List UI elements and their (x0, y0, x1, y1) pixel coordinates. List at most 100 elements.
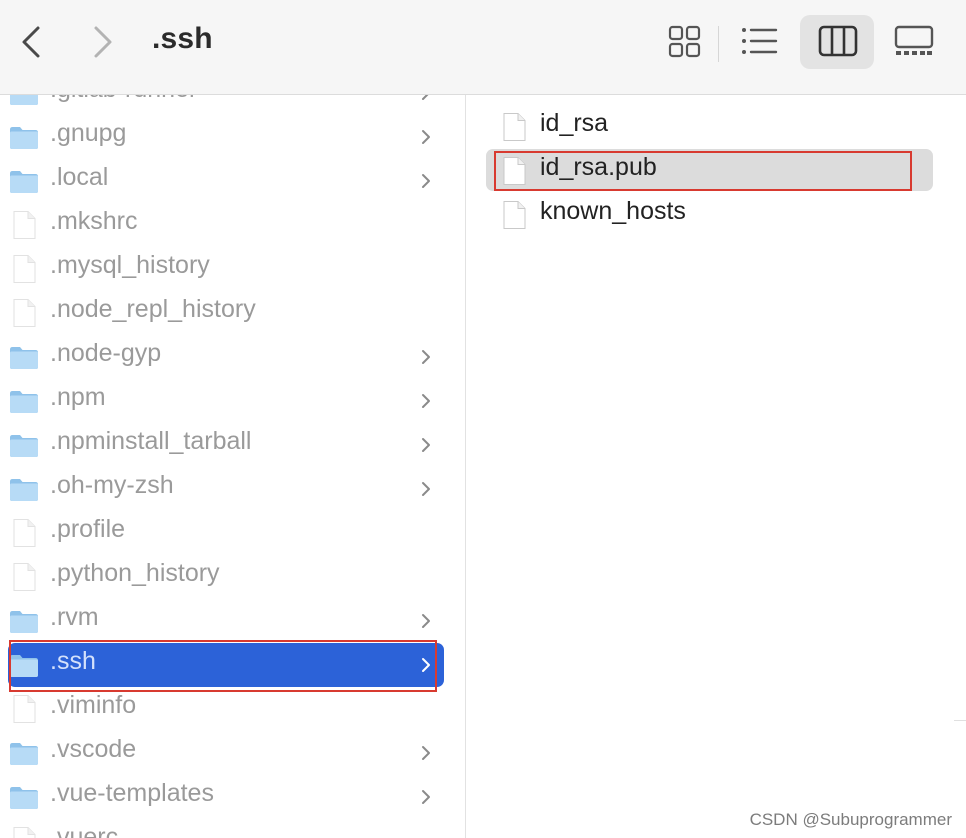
icon-view-icon (668, 25, 701, 58)
document-icon (13, 827, 36, 838)
folder-row-npm[interactable]: .npm (0, 379, 465, 423)
chevron-right-icon (418, 345, 434, 369)
file-row-id-rsa[interactable]: id_rsa (466, 105, 966, 149)
chevron-right-icon (418, 169, 434, 193)
list-view-button[interactable] (722, 15, 796, 69)
folder-row-gnupg[interactable]: .gnupg (0, 115, 465, 159)
chevron-right-icon (418, 609, 434, 633)
chevron-right-icon (94, 26, 112, 58)
back-button[interactable] (12, 20, 52, 64)
icon-view-button[interactable] (648, 15, 722, 69)
folder-row-node-repl-history[interactable]: .node_repl_history (0, 291, 465, 335)
file-row-known-hosts[interactable]: known_hosts (466, 193, 966, 237)
document-icon (503, 113, 526, 141)
document-icon (503, 201, 526, 229)
item-label: .rvm (50, 603, 99, 631)
item-label: .vue-templates (50, 779, 214, 807)
folder-row-vue-templates[interactable]: .vue-templates (0, 775, 465, 819)
document-icon (8, 517, 40, 549)
gallery-view-icon (894, 25, 934, 55)
folder-row-local[interactable]: .local (0, 159, 465, 203)
document-icon (498, 111, 530, 143)
chevron-right-icon (418, 389, 434, 413)
folder-icon (8, 781, 40, 813)
column-view-button[interactable] (800, 15, 874, 69)
folder-row-profile[interactable]: .profile (0, 511, 465, 555)
folder-icon (8, 341, 40, 373)
folder-row-mkshrc[interactable]: .mkshrc (0, 203, 465, 247)
chevron-right-icon (418, 477, 434, 501)
folder-icon (8, 95, 40, 109)
chevron-right-icon (422, 790, 430, 804)
folder-icon (10, 95, 38, 105)
document-icon (8, 693, 40, 725)
forward-button[interactable] (82, 20, 122, 64)
item-label: id_rsa (540, 109, 609, 137)
folder-icon (8, 429, 40, 461)
document-icon (13, 695, 36, 723)
item-label: .npminstall_tarball (50, 427, 252, 455)
folder-row-node-gyp[interactable]: .node-gyp (0, 335, 465, 379)
folder-row-gitlab-runner[interactable]: .gitlab-runner (0, 95, 465, 115)
chevron-right-icon (422, 438, 430, 452)
chevron-right-icon (422, 394, 430, 408)
folder-row-python-history[interactable]: .python_history (0, 555, 465, 599)
list-view-icon (742, 28, 778, 54)
folder-icon (10, 347, 38, 369)
item-label: .mysql_history (50, 251, 210, 279)
item-label: .mkshrc (50, 207, 138, 235)
folder-icon (8, 385, 40, 417)
chevron-right-icon (422, 95, 429, 100)
toolbar: .ssh (0, 0, 966, 95)
item-label: .npm (50, 383, 106, 411)
folder-row-oh-my-zsh[interactable]: .oh-my-zsh (0, 467, 465, 511)
item-label: known_hosts (540, 197, 686, 225)
folder-icon (8, 473, 40, 505)
item-label: .local (50, 163, 109, 191)
document-icon (8, 561, 40, 593)
folder-row-vuerc[interactable]: .vuerc (0, 819, 465, 838)
folder-icon (10, 787, 38, 809)
chevron-right-icon (422, 482, 430, 496)
document-icon (13, 255, 36, 283)
item-label: .vscode (50, 735, 137, 763)
folder-icon (8, 165, 40, 197)
folder-icon (10, 127, 38, 149)
annotation-box-id-rsa-pub (494, 151, 912, 191)
folder-icon (10, 479, 38, 501)
document-icon (8, 297, 40, 329)
folder-row-mysql-history[interactable]: .mysql_history (0, 247, 465, 291)
ssh-folder-column: id_rsa id_rsa.pub known_hosts (466, 95, 966, 838)
document-icon (8, 825, 40, 838)
parent-folder-column: .gitlab-runner .gnupg .local .mkshrc .mysql_… (0, 95, 466, 838)
document-icon (13, 563, 36, 591)
folder-row-npminstall-tarball[interactable]: .npminstall_tarball (0, 423, 465, 467)
document-icon (8, 209, 40, 241)
chevron-right-icon (422, 614, 430, 628)
folder-row-viminfo[interactable]: .viminfo (0, 687, 465, 731)
chevron-right-icon (422, 130, 430, 144)
toolbar-divider (718, 26, 719, 62)
window-title: .ssh (152, 22, 213, 55)
chevron-right-icon (422, 746, 430, 760)
column-view-icon (818, 25, 858, 57)
item-label: .profile (50, 515, 126, 543)
folder-icon (10, 171, 38, 193)
gallery-view-button[interactable] (876, 15, 950, 69)
folder-icon (8, 121, 40, 153)
document-icon (13, 519, 36, 547)
chevron-right-icon (422, 174, 430, 188)
folder-icon (10, 391, 38, 413)
document-icon (498, 199, 530, 231)
document-icon (8, 253, 40, 285)
folder-row-rvm[interactable]: .rvm (0, 599, 465, 643)
item-label: .vuerc (50, 823, 119, 838)
chevron-right-icon (418, 125, 434, 149)
watermark: CSDN @Subuprogrammer (749, 810, 952, 829)
document-icon (13, 211, 36, 239)
item-label: .viminfo (50, 691, 137, 719)
chevron-right-icon (418, 785, 434, 809)
folder-icon (8, 737, 40, 769)
folder-icon (10, 611, 38, 633)
folder-row-vscode[interactable]: .vscode (0, 731, 465, 775)
